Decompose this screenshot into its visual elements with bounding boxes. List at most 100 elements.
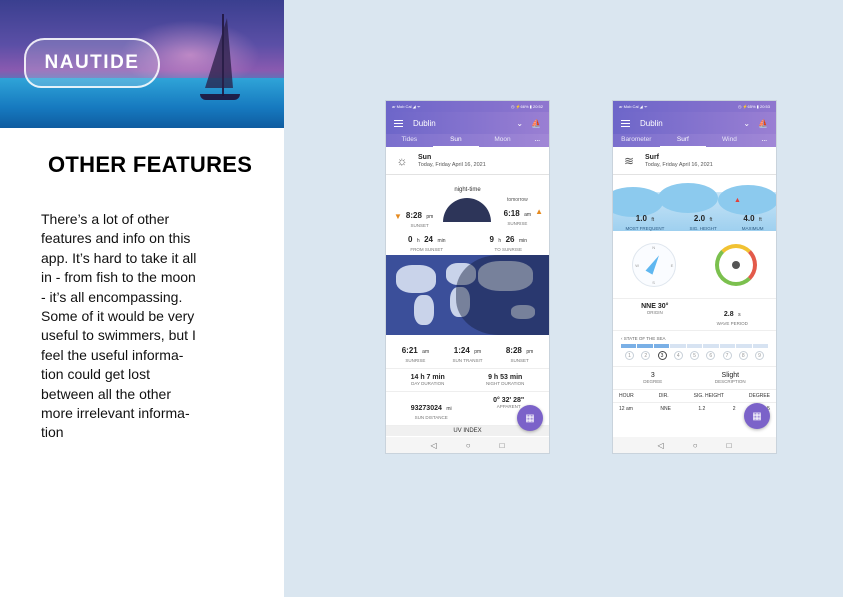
sea-bar-segment — [621, 344, 637, 348]
cell-degree: 2 — [732, 406, 736, 412]
sea-state-bar — [621, 344, 768, 348]
city-name[interactable]: Dublin — [640, 119, 743, 128]
boat-icon[interactable]: ⛵ — [531, 119, 541, 128]
tab-barometer[interactable]: Barometer — [613, 134, 660, 147]
surf-table-header: HOUR DIR. SIG. HEIGHT DEGREE — [613, 390, 776, 403]
back-icon[interactable]: ◁ — [431, 441, 437, 450]
compass-n: N — [652, 244, 656, 250]
sea-state-section: ‹ STATE OF THE SEA 1 2 3 4 5 6 7 8 9 — [613, 331, 776, 360]
android-nav-bar: ◁ ○ □ — [613, 437, 776, 453]
tab-moon[interactable]: Moon — [479, 134, 526, 147]
sunset-block: ▼ 8:28 pm SUNSET — [394, 205, 433, 228]
section-date: Today, Friday April 16, 2021 — [645, 161, 713, 168]
map-landmass — [396, 265, 436, 293]
sea-state-2[interactable]: 2 — [641, 351, 651, 360]
night-duration-value: 9 h 53 min — [488, 374, 523, 381]
city-name[interactable]: Dublin — [413, 119, 516, 128]
home-icon[interactable]: ○ — [693, 441, 698, 450]
most-frequent-label: MOST FREQUENT — [625, 226, 665, 231]
sea-state-3[interactable]: 3 — [657, 351, 667, 360]
sun-distance-value: 93273024 — [410, 405, 442, 412]
sig-height-label: SIG. HEIGHT — [689, 226, 717, 231]
sea-bar-segment — [719, 344, 736, 348]
stat-unit: am — [422, 349, 430, 355]
tab-more[interactable]: ... — [526, 134, 549, 147]
tab-sun[interactable]: Sun — [432, 134, 480, 147]
day-duration: 14 h 7 min DAY DURATION — [411, 374, 445, 386]
cell-dir: NNE — [660, 406, 671, 412]
wave-icon: ≋ — [623, 153, 635, 168]
stat-label: SUNSET — [510, 358, 529, 363]
col-sig-height: SIG. HEIGHT — [693, 393, 724, 399]
tab-surf[interactable]: Surf — [659, 134, 707, 147]
back-icon[interactable]: ◁ — [658, 441, 664, 450]
to-sunrise-hours: 9 — [489, 235, 494, 244]
apparent-value: 0° 32' 28" — [493, 397, 525, 404]
logo-text: NAUTIDE — [44, 52, 140, 73]
sea-state-9[interactable]: 9 — [755, 351, 764, 360]
sig-height: 2.0 ft SIG. HEIGHT — [689, 208, 716, 231]
stat-sunrise: 6:21 am SUNRISE — [402, 340, 429, 363]
calendar-icon: ▦ — [752, 410, 762, 422]
sea-state-title: STATE OF THE SEA — [623, 336, 666, 341]
recents-icon[interactable]: □ — [500, 441, 505, 450]
sea-state-6[interactable]: 6 — [706, 351, 716, 360]
countdown-row: 0 h 24 min FROM SUNSET 9 h 26 min TO SUN… — [407, 235, 528, 252]
chevron-down-icon[interactable]: ⌄ — [516, 119, 523, 128]
calendar-fab-button[interactable]: ▦ — [517, 405, 543, 431]
warning-icon: ▲ — [734, 197, 741, 204]
tab-tides[interactable]: Tides — [386, 134, 433, 147]
wave-period: 2.8 s WAVE PERIOD — [717, 303, 748, 326]
sea-state-1[interactable]: 1 — [625, 351, 634, 360]
period-value: 2.8 — [723, 311, 734, 318]
sunrise-block: tomorrow 6:18 am SUNRISE ▲ — [504, 197, 543, 226]
sea-bar-segment — [653, 344, 670, 348]
from-sunset-minutes: 24 — [424, 235, 434, 244]
stat-sun-transit: 1:24 pm SUN TRANSIT — [453, 340, 483, 363]
chevron-down-icon[interactable]: ⌄ — [743, 119, 750, 128]
cell-hour: 12 am — [619, 406, 633, 412]
sea-bar-segment — [637, 344, 653, 348]
sun-cycle: night-time ▼ 8:28 pm SUNSET tomorrow 6:1… — [386, 175, 549, 255]
origin-period-row: NNE 30° ORIGIN 2.8 s WAVE PERIOD — [613, 299, 776, 331]
sig-height-value: 2.0 — [693, 214, 706, 223]
wave-period-dial — [714, 243, 757, 286]
calendar-fab-button[interactable]: ▦ — [744, 403, 770, 429]
menu-icon[interactable] — [394, 119, 403, 127]
section-title: Surf — [645, 153, 659, 161]
most-frequent: 1.0 ft MOST FREQUENT — [626, 208, 665, 231]
night-duration: 9 h 53 min NIGHT DURATION — [486, 374, 524, 386]
sea-state-5[interactable]: 5 — [690, 351, 699, 360]
sea-state-4[interactable]: 4 — [673, 351, 683, 360]
slide: NAUTIDE OTHER FEATURES There’s a lot of … — [0, 0, 843, 597]
degree-description-row: 3 DEGREE Slight DESCRIPTION — [613, 366, 776, 390]
world-daylight-map — [386, 255, 549, 335]
stat-value: 6:21 — [401, 346, 418, 355]
maximum-label: MAXIMUM — [741, 226, 764, 231]
menu-icon[interactable] — [621, 119, 630, 127]
wave-values: 1.0 ft MOST FREQUENT 2.0 ft SIG. HEIGHT … — [613, 208, 776, 231]
description-value: Slight — [721, 372, 740, 379]
boat-icon[interactable]: ⛵ — [758, 119, 768, 128]
collapse-icon[interactable]: ‹ — [621, 336, 623, 341]
tab-more[interactable]: ... — [753, 134, 776, 147]
section-header: ☼ Sun Today, Friday April 16, 2021 — [386, 147, 549, 175]
tab-wind[interactable]: Wind — [706, 134, 753, 147]
sea-state-7[interactable]: 7 — [722, 351, 732, 360]
direction-period-gauges: N S E W — [613, 231, 776, 299]
android-nav-bar: ◁ ○ □ — [386, 437, 549, 453]
recents-icon[interactable]: □ — [727, 441, 732, 450]
sunset-unit: pm — [426, 214, 434, 220]
app-bar: Dublin ⌄ ⛵ — [613, 112, 776, 134]
to-sunrise-minutes: 26 — [505, 235, 515, 244]
maximum-value: 4.0 — [743, 214, 755, 223]
sailboat-icon — [205, 18, 233, 88]
night-shadow — [456, 255, 549, 335]
stat-value: 1:24 — [453, 346, 470, 355]
section-header: ≋ Surf Today, Friday April 16, 2021 — [613, 147, 776, 175]
sea-bar-segment — [670, 344, 686, 348]
home-icon[interactable]: ○ — [466, 441, 471, 450]
sea-state-8[interactable]: 8 — [738, 351, 748, 360]
col-dir: DIR. — [658, 393, 669, 399]
compass-s: S — [652, 279, 655, 285]
